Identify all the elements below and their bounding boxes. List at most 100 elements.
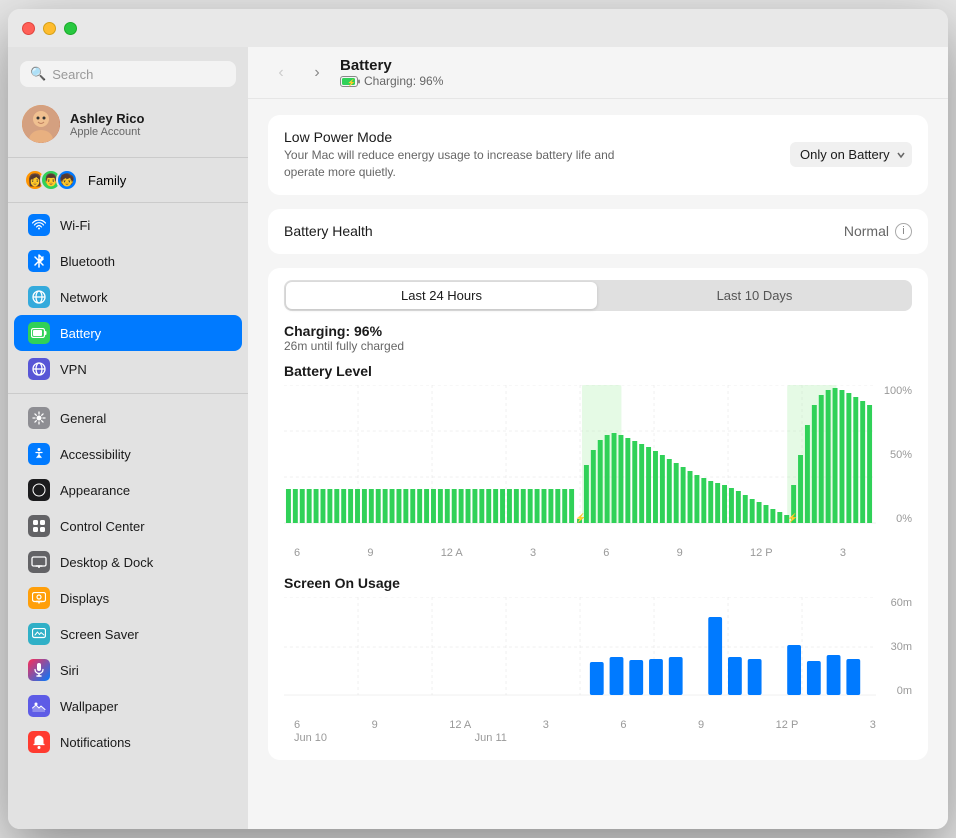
wallpaper-label: Wallpaper	[60, 699, 118, 714]
siri-icon	[28, 659, 50, 681]
vpn-label: VPN	[60, 362, 87, 377]
search-icon: 🔍	[30, 66, 46, 82]
user-name: Ashley Rico	[70, 111, 144, 126]
displays-label: Displays	[60, 591, 109, 606]
user-info: Ashley Rico Apple Account	[70, 111, 144, 138]
sidebar: 🔍	[8, 47, 248, 829]
screen-usage-chart	[284, 597, 876, 697]
su-y-60: 60m	[891, 597, 912, 609]
vpn-icon	[28, 358, 50, 380]
low-power-select[interactable]: Only on Battery	[790, 142, 912, 167]
battery-x-labels: 6 9 12 A 3 6 9 12 P 3	[284, 545, 876, 559]
page-title: Battery	[340, 57, 443, 74]
wifi-label: Wi-Fi	[60, 218, 90, 233]
family-avatars: 👩 👨 🧒	[24, 169, 78, 191]
low-power-desc: Your Mac will reduce energy usage to inc…	[284, 147, 624, 181]
main-header: ‹ › Battery ⚡ Charging: 96%	[248, 47, 948, 99]
sidebar-item-screensaver[interactable]: Screen Saver	[14, 616, 242, 652]
minimize-button[interactable]	[43, 22, 56, 35]
accessibility-label: Accessibility	[60, 447, 131, 462]
battery-health-card: Battery Health Normal i	[268, 209, 928, 254]
notifications-icon	[28, 731, 50, 753]
y-label-0: 0%	[896, 513, 912, 525]
forward-button[interactable]: ›	[304, 60, 330, 86]
su-y-0: 0m	[897, 685, 912, 697]
user-subtitle: Apple Account	[70, 126, 144, 138]
svg-text:⚡: ⚡	[787, 512, 798, 524]
low-power-title: Low Power Mode	[284, 129, 624, 145]
titlebar	[8, 9, 948, 47]
close-button[interactable]	[22, 22, 35, 35]
general-label: General	[60, 411, 106, 426]
last-24h-button[interactable]: Last 24 Hours	[286, 282, 597, 309]
siri-label: Siri	[60, 663, 79, 678]
appearance-icon	[28, 479, 50, 501]
accessibility-icon	[28, 443, 50, 465]
sidebar-item-desktop[interactable]: Desktop & Dock	[14, 544, 242, 580]
battery-level-title: Battery Level	[284, 363, 912, 379]
header-subtitle: ⚡ Charging: 96%	[340, 74, 443, 88]
sidebar-item-appearance[interactable]: Appearance	[14, 472, 242, 508]
y-label-100: 100%	[884, 385, 912, 397]
appearance-label: Appearance	[60, 483, 130, 498]
sidebar-item-notifications[interactable]: Notifications	[14, 724, 242, 760]
screensaver-icon	[28, 623, 50, 645]
sidebar-item-controlcenter[interactable]: Control Center	[14, 508, 242, 544]
sidebar-item-accessibility[interactable]: Accessibility	[14, 436, 242, 472]
sidebar-item-wallpaper[interactable]: Wallpaper	[14, 688, 242, 724]
screensaver-label: Screen Saver	[60, 627, 139, 642]
y-label-50: 50%	[890, 449, 912, 461]
main-body: Low Power Mode Your Mac will reduce ener…	[248, 99, 948, 829]
charging-time: 26m until fully charged	[284, 339, 912, 353]
battery-health-label: Battery Health	[284, 223, 373, 239]
controlcenter-icon	[28, 515, 50, 537]
sidebar-item-network[interactable]: Network	[14, 279, 242, 315]
sidebar-item-general[interactable]: General	[14, 400, 242, 436]
time-toggle: Last 24 Hours Last 10 Days	[284, 280, 912, 311]
wallpaper-icon	[28, 695, 50, 717]
battery-level-chart: ⚡ ⚡	[284, 385, 876, 525]
bluetooth-label: Bluetooth	[60, 254, 115, 269]
svg-text:⚡: ⚡	[575, 512, 586, 524]
displays-icon	[28, 587, 50, 609]
notifications-label: Notifications	[60, 735, 131, 750]
back-button[interactable]: ‹	[268, 60, 294, 86]
main-content: ‹ › Battery ⚡ Charging: 96%	[248, 47, 948, 829]
main-window: 🔍	[8, 9, 948, 829]
battery-chart-card: Last 24 Hours Last 10 Days Charging: 96%…	[268, 268, 928, 760]
sidebar-item-vpn[interactable]: VPN	[14, 351, 242, 387]
charging-subtitle: Charging: 96%	[364, 74, 443, 88]
search-bar[interactable]: 🔍	[20, 61, 236, 87]
battery-icon	[28, 322, 50, 344]
avatar	[22, 105, 60, 143]
network-label: Network	[60, 290, 108, 305]
charging-percent: Charging: 96%	[284, 323, 912, 339]
search-input[interactable]	[52, 67, 226, 82]
general-icon	[28, 407, 50, 429]
battery-charging-icon: ⚡	[340, 76, 360, 87]
maximize-button[interactable]	[64, 22, 77, 35]
info-icon[interactable]: i	[895, 223, 912, 240]
screen-x-labels-top: 6 9 12 A 3 6 9 12 P 3	[284, 717, 876, 731]
battery-health-value: Normal	[844, 223, 889, 239]
su-y-30: 30m	[891, 641, 912, 653]
desktop-label: Desktop & Dock	[60, 555, 153, 570]
svg-text:⚡: ⚡	[347, 78, 356, 87]
screen-x-labels-bottom: Jun 10 Jun 11	[284, 731, 876, 744]
sidebar-item-family[interactable]: 👩 👨 🧒 Family	[14, 162, 242, 198]
sidebar-item-battery[interactable]: Battery	[14, 315, 242, 351]
desktop-icon	[28, 551, 50, 573]
battery-label: Battery	[60, 326, 101, 341]
network-icon	[28, 286, 50, 308]
low-power-mode-card: Low Power Mode Your Mac will reduce ener…	[268, 115, 928, 195]
sidebar-item-bluetooth[interactable]: Bluetooth	[14, 243, 242, 279]
screen-usage-title: Screen On Usage	[284, 575, 912, 591]
user-section[interactable]: Ashley Rico Apple Account	[8, 97, 248, 153]
sidebar-item-displays[interactable]: Displays	[14, 580, 242, 616]
last-10days-button[interactable]: Last 10 Days	[599, 282, 910, 309]
family-label: Family	[88, 173, 126, 188]
bluetooth-icon	[28, 250, 50, 272]
sidebar-item-wifi[interactable]: Wi-Fi	[14, 207, 242, 243]
wifi-icon	[28, 214, 50, 236]
sidebar-item-siri[interactable]: Siri	[14, 652, 242, 688]
